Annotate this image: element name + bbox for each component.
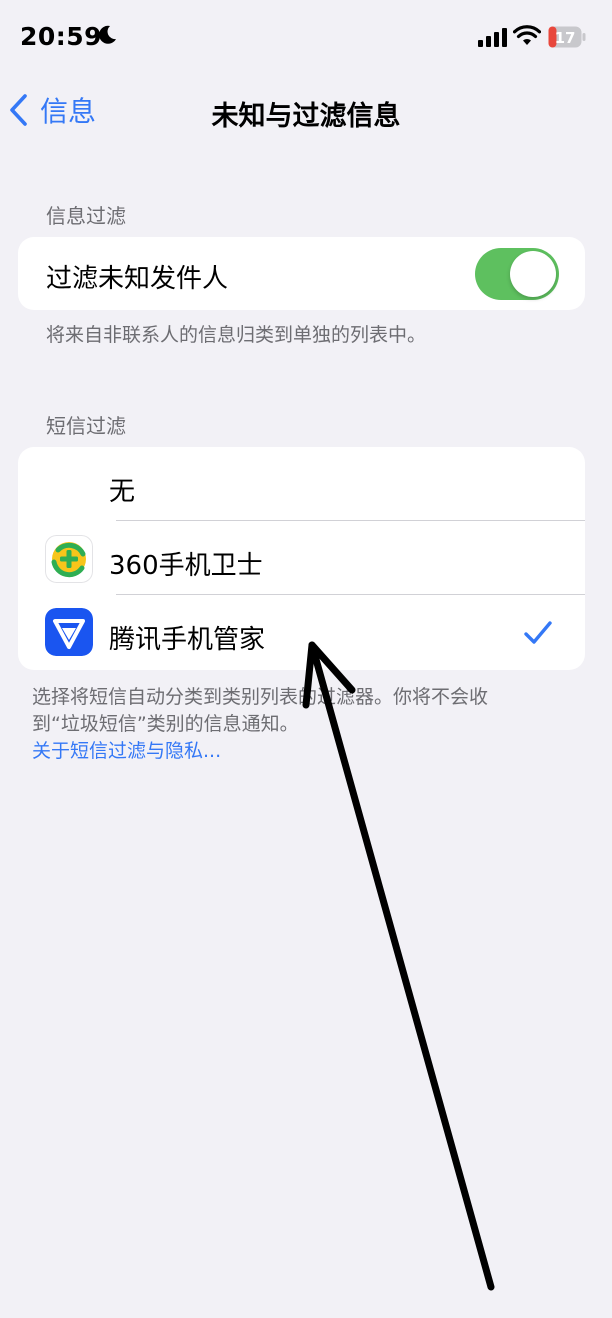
sms-filter-footer-line2: 到“垃圾短信”类别的信息通知。 <box>32 713 299 735</box>
status-bar: 20:59 17 <box>0 0 612 76</box>
filter-unknown-senders-toggle[interactable] <box>475 248 559 300</box>
filter-unknown-senders-row: 过滤未知发件人 <box>18 237 585 310</box>
360-security-app-icon <box>45 535 93 583</box>
sms-filter-option-none[interactable]: 无 <box>18 447 585 521</box>
sms-filter-footer: 选择将短信自动分类到类别列表的过滤器。你将不会收 到“垃圾短信”类别的信息通知。 <box>32 684 488 738</box>
sms-filter-footer-line1: 选择将短信自动分类到类别列表的过滤器。你将不会收 <box>32 686 489 708</box>
navigation-bar: 信息 未知与过滤信息 <box>0 76 612 140</box>
sms-filter-option-tencent[interactable]: 腾讯手机管家 <box>18 595 585 670</box>
battery-level-text: 17 <box>555 29 576 47</box>
filter-unknown-senders-label: 过滤未知发件人 <box>46 264 229 294</box>
option-label: 腾讯手机管家 <box>109 625 266 655</box>
toggle-knob <box>510 251 556 297</box>
sms-filter-privacy-link[interactable]: 关于短信过滤与隐私... <box>32 736 221 763</box>
option-label: 无 <box>109 477 136 507</box>
page-title: 未知与过滤信息 <box>211 101 401 132</box>
tencent-manager-app-icon <box>45 608 93 656</box>
section-header-sms-filtering: 短信过滤 <box>46 414 126 438</box>
section-header-message-filtering: 信息过滤 <box>46 204 126 228</box>
cellular-signal-icon <box>478 28 507 47</box>
message-filter-card: 过滤未知发件人 <box>18 237 585 310</box>
status-time: 20:59 <box>20 22 103 51</box>
option-label: 360手机卫士 <box>109 551 263 581</box>
battery-icon: 17 <box>548 26 586 48</box>
checkmark-icon <box>524 621 552 644</box>
message-filter-footer: 将来自非联系人的信息归类到单独的列表中。 <box>46 324 427 346</box>
wifi-icon <box>513 25 541 45</box>
moon-icon <box>99 25 116 44</box>
sms-filter-option-360[interactable]: 360手机卫士 <box>18 521 585 595</box>
sms-filter-card: 无 360手机卫士 腾讯手机管家 <box>18 447 585 670</box>
